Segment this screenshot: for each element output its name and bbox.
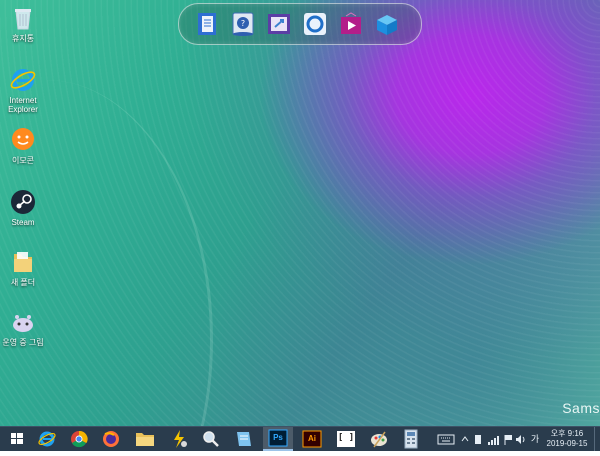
desktop-icon-label: Internet Explorer [8, 96, 38, 114]
file-explorer-icon [136, 433, 154, 446]
taskbar-file-explorer[interactable] [130, 427, 160, 451]
dock-item-video[interactable] [337, 10, 365, 38]
desktop-wallpaper[interactable]: Sams 휴지통 Internet Explorer 이모콘 Steam 새 폴… [0, 0, 600, 426]
desktop-icon-label: 이모콘 [11, 156, 35, 165]
wallpaper-brand-text: Sams [562, 400, 600, 416]
taskbar-paint[interactable] [364, 427, 394, 451]
svg-text:?: ? [241, 19, 245, 28]
desktop-icon-mascot[interactable]: 운영 중 그림 [0, 308, 46, 347]
desktop-icon-label: 새 폴더 [10, 278, 36, 287]
dock-item-box[interactable] [373, 10, 401, 38]
calculator-icon [404, 429, 418, 449]
speaker-icon [516, 435, 525, 444]
firefox-icon [103, 431, 119, 447]
notepad-icon [237, 432, 251, 446]
desktop-icon-recycle-bin[interactable]: 휴지통 [0, 4, 46, 43]
show-desktop-button[interactable] [594, 427, 600, 451]
tray-usb[interactable] [472, 427, 484, 451]
recycle-bin-icon [9, 4, 37, 32]
desktop-icon-emoticon[interactable]: 이모콘 [0, 126, 46, 165]
internet-explorer-icon [9, 66, 37, 94]
box-app-icon [377, 15, 397, 35]
start-button[interactable] [2, 427, 32, 451]
folder-icon [9, 248, 37, 276]
taskbar-notepad[interactable] [228, 427, 258, 451]
input-method-indicator[interactable]: 가 [529, 427, 541, 451]
tray-notifications[interactable] [502, 427, 514, 451]
tray-volume[interactable] [514, 427, 526, 451]
keyboard-icon [437, 434, 455, 445]
file-transfer-app-icon [268, 14, 290, 34]
desktop-icon-label: 운영 중 그림 [2, 338, 44, 347]
windows-start-icon [11, 433, 23, 444]
steam-icon [9, 188, 37, 216]
dock-item-notebook[interactable] [193, 10, 221, 38]
taskbar-photoshop[interactable]: Ps [263, 427, 293, 451]
chrome-icon [71, 430, 88, 448]
magnifier-icon [203, 431, 219, 447]
tray-signal[interactable] [486, 427, 500, 451]
mascot-icon [9, 308, 37, 336]
taskbar-calculator[interactable] [396, 427, 426, 451]
desktop-icon-internet-explorer[interactable]: Internet Explorer [0, 66, 46, 114]
emoticon-icon [9, 126, 37, 154]
illustrator-icon-label: Ai [308, 434, 316, 443]
dock-item-help[interactable]: ? [229, 10, 257, 38]
ring-app-icon [304, 13, 326, 35]
desktop-icon-label: 휴지통 [11, 34, 35, 43]
taskbar-magnifier[interactable] [196, 427, 226, 451]
app-dock: ? [178, 3, 422, 45]
brackets-icon-label: [ ] [337, 433, 355, 443]
taskbar-flash-tool[interactable] [164, 427, 194, 451]
flash-tool-icon [174, 430, 187, 448]
clock-time: 오후 9:16 [550, 429, 584, 438]
desktop-icon-new-folder[interactable]: 새 폴더 [0, 248, 46, 287]
photoshop-icon-label: Ps [273, 433, 283, 442]
taskbar-internet-explorer[interactable] [32, 427, 62, 451]
video-app-icon [341, 12, 361, 34]
desktop-icon-steam[interactable]: Steam [0, 188, 46, 227]
dock-item-file-transfer[interactable] [265, 10, 293, 38]
chevron-up-icon [461, 436, 469, 442]
desktop-icon-label: Steam [11, 218, 35, 227]
taskbar-chrome[interactable] [64, 427, 94, 451]
internet-explorer-icon [38, 431, 56, 447]
help-app-icon: ? [232, 12, 254, 36]
notebook-app-icon [198, 13, 216, 35]
taskbar-clock[interactable]: 오후 9:16 2019-09-15 [544, 429, 590, 449]
signal-bars-icon [488, 436, 499, 445]
taskbar-firefox[interactable] [96, 427, 126, 451]
clock-date: 2019-09-15 [546, 439, 588, 448]
taskbar-brackets[interactable]: [ ] [331, 427, 361, 451]
taskbar-illustrator[interactable]: Ai [297, 427, 327, 451]
taskbar: Ps Ai [ ] 가 오후 9:16 2019-09-15 [0, 426, 600, 451]
flag-icon [504, 435, 512, 445]
touch-keyboard-button[interactable] [436, 427, 456, 451]
paint-icon [371, 431, 387, 448]
dock-item-ring[interactable] [301, 10, 329, 38]
usb-icon [475, 435, 481, 444]
show-hidden-icons-button[interactable] [460, 427, 470, 451]
